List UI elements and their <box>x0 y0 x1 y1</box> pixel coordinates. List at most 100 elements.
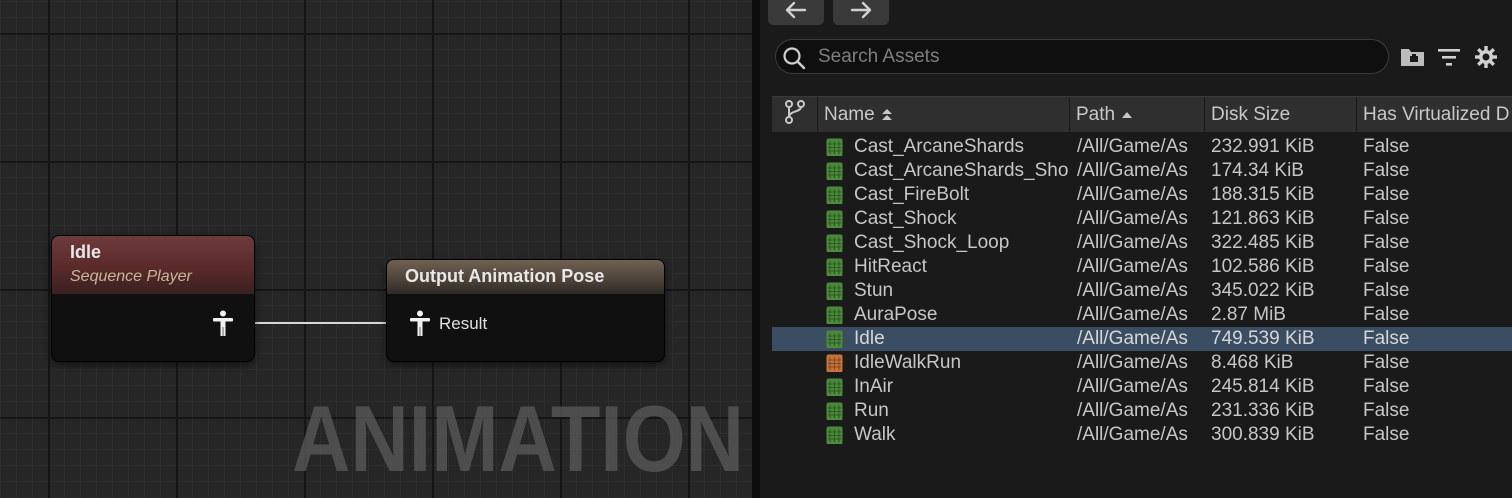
asset-virtualized: False <box>1363 136 1410 157</box>
asset-path: /All/Game/As <box>1077 280 1188 301</box>
asset-disk-size: 2.87 MiB <box>1211 304 1286 325</box>
asset-virtualized: False <box>1363 208 1410 229</box>
node-subtitle: Sequence Player <box>70 268 192 285</box>
asset-virtualized: False <box>1363 424 1410 445</box>
asset-row[interactable]: IdleWalkRun/All/Game/As 8.468 KiB False <box>772 351 1512 375</box>
anim-sequence-asset-icon <box>826 210 844 228</box>
column-header-name[interactable]: Name <box>818 97 1070 133</box>
asset-name: InAir <box>854 376 894 397</box>
forward-button[interactable] <box>833 0 889 25</box>
asset-list: Cast_ArcaneShards/All/Game/As 232.991 KiB… <box>772 135 1512 447</box>
filter-icon[interactable] <box>1436 44 1462 70</box>
asset-virtualized: False <box>1363 232 1410 253</box>
asset-name: Cast_Shock_Loop <box>854 232 1010 253</box>
source-control-column[interactable] <box>772 97 818 133</box>
asset-row[interactable]: Cast_FireBolt/All/Game/As 188.315 KiB Fals… <box>772 183 1512 207</box>
pose-pin-icon[interactable] <box>212 310 234 336</box>
node-header: Idle Sequence Player <box>52 236 254 294</box>
column-label: Disk Size <box>1211 104 1291 125</box>
node-title: Idle <box>70 242 102 262</box>
asset-name: Cast_Shock <box>854 208 957 229</box>
asset-disk-size: 232.991 KiB <box>1211 136 1315 157</box>
search-box[interactable] <box>775 39 1389 74</box>
asset-path: /All/Game/As <box>1077 352 1188 373</box>
asset-row[interactable]: Run/All/Game/As 231.336 KiB False <box>772 399 1512 423</box>
asset-disk-size: 322.485 KiB <box>1211 232 1315 253</box>
branch-icon <box>784 100 806 130</box>
anim-sequence-asset-icon <box>826 306 844 324</box>
asset-row[interactable]: Stun/All/Game/As 345.022 KiB False <box>772 279 1512 303</box>
anim-sequence-asset-icon <box>826 378 844 396</box>
asset-path: /All/Game/As <box>1077 184 1188 205</box>
asset-name: Cast_ArcaneShards <box>854 136 1025 157</box>
asset-name: IdleWalkRun <box>854 352 962 373</box>
asset-row[interactable]: AuraPose/All/Game/As 2.87 MiB False <box>772 303 1512 327</box>
graph-watermark: ANIMATION <box>292 386 745 491</box>
arrow-left-icon <box>785 1 807 24</box>
asset-row[interactable]: Cast_ArcaneShards_Sho/All/Game/As 174.34 … <box>772 159 1512 183</box>
asset-disk-size: 102.586 KiB <box>1211 256 1315 277</box>
asset-name: Cast_ArcaneShards_Sho <box>854 160 1068 181</box>
asset-path: /All/Game/As <box>1077 424 1188 445</box>
asset-disk-size: 174.34 KiB <box>1211 160 1304 181</box>
asset-table-header: Name Path Disk Size Has Virtualized D <box>772 96 1512 133</box>
anim-graph-canvas[interactable]: ANIMATION Idle Sequence Player Output An… <box>0 0 752 498</box>
asset-path: /All/Game/As <box>1077 208 1188 229</box>
asset-disk-size: 188.315 KiB <box>1211 184 1315 205</box>
column-header-path[interactable]: Path <box>1070 97 1205 133</box>
sequence-player-node[interactable]: Idle Sequence Player <box>52 236 254 361</box>
anim-sequence-asset-icon <box>826 330 844 348</box>
arrow-right-icon <box>850 1 872 24</box>
gear-icon[interactable] <box>1473 44 1499 70</box>
blendspace-asset-icon <box>826 354 844 372</box>
asset-path: /All/Game/As <box>1077 328 1188 349</box>
asset-path: /All/Game/As <box>1077 136 1188 157</box>
asset-virtualized: False <box>1363 256 1410 277</box>
column-label: Name <box>824 104 875 125</box>
asset-virtualized: False <box>1363 352 1410 373</box>
asset-disk-size: 121.863 KiB <box>1211 208 1315 229</box>
anim-sequence-asset-icon <box>826 138 844 156</box>
asset-disk-size: 245.814 KiB <box>1211 376 1315 397</box>
asset-path: /All/Game/As <box>1077 256 1188 277</box>
output-pose-node[interactable]: Output Animation Pose Result <box>387 260 664 361</box>
asset-disk-size: 300.839 KiB <box>1211 424 1315 445</box>
asset-row[interactable]: Cast_Shock/All/Game/As 121.863 KiB False <box>772 207 1512 231</box>
folder-icon[interactable] <box>1400 44 1426 70</box>
asset-row[interactable]: Cast_Shock_Loop/All/Game/As 322.485 KiB Fa… <box>772 231 1512 255</box>
panel-splitter[interactable] <box>752 0 760 498</box>
search-input[interactable] <box>818 44 1378 70</box>
asset-path: /All/Game/As <box>1077 160 1188 181</box>
asset-name: HitReact <box>854 256 927 277</box>
anim-sequence-asset-icon <box>826 258 844 276</box>
asset-disk-size: 8.468 KiB <box>1211 352 1294 373</box>
asset-name: Stun <box>854 280 894 301</box>
back-button[interactable] <box>768 0 824 25</box>
search-icon <box>782 46 806 75</box>
asset-name: Run <box>854 400 889 421</box>
asset-row[interactable]: Cast_ArcaneShards/All/Game/As 232.991 KiB… <box>772 135 1512 159</box>
anim-sequence-asset-icon <box>826 234 844 252</box>
column-label: Has Virtualized D <box>1363 104 1510 125</box>
pose-pin-icon[interactable] <box>409 310 431 336</box>
asset-row[interactable]: HitReact/All/Game/As 102.586 KiB False <box>772 255 1512 279</box>
anim-sequence-asset-icon <box>826 162 844 180</box>
column-header-virtualized[interactable]: Has Virtualized D <box>1357 97 1512 133</box>
asset-path: /All/Game/As <box>1077 376 1188 397</box>
asset-virtualized: False <box>1363 376 1410 397</box>
asset-virtualized: False <box>1363 184 1410 205</box>
asset-disk-size: 231.336 KiB <box>1211 400 1315 421</box>
asset-path: /All/Game/As <box>1077 232 1188 253</box>
anim-sequence-asset-icon <box>826 426 844 444</box>
asset-name: Walk <box>854 424 896 445</box>
asset-row[interactable]: InAir/All/Game/As 245.814 KiB False <box>772 375 1512 399</box>
asset-row[interactable]: Walk/All/Game/As 300.839 KiB False <box>772 423 1512 447</box>
asset-row[interactable]: Idle/All/Game/As 749.539 KiB False <box>772 327 1512 351</box>
column-header-disk-size[interactable]: Disk Size <box>1205 97 1357 133</box>
pin-label: Result <box>439 314 488 333</box>
asset-name: Idle <box>854 328 885 349</box>
node-title: Output Animation Pose <box>405 266 605 286</box>
asset-virtualized: False <box>1363 280 1410 301</box>
asset-virtualized: False <box>1363 304 1410 325</box>
node-header: Output Animation Pose <box>387 260 664 294</box>
